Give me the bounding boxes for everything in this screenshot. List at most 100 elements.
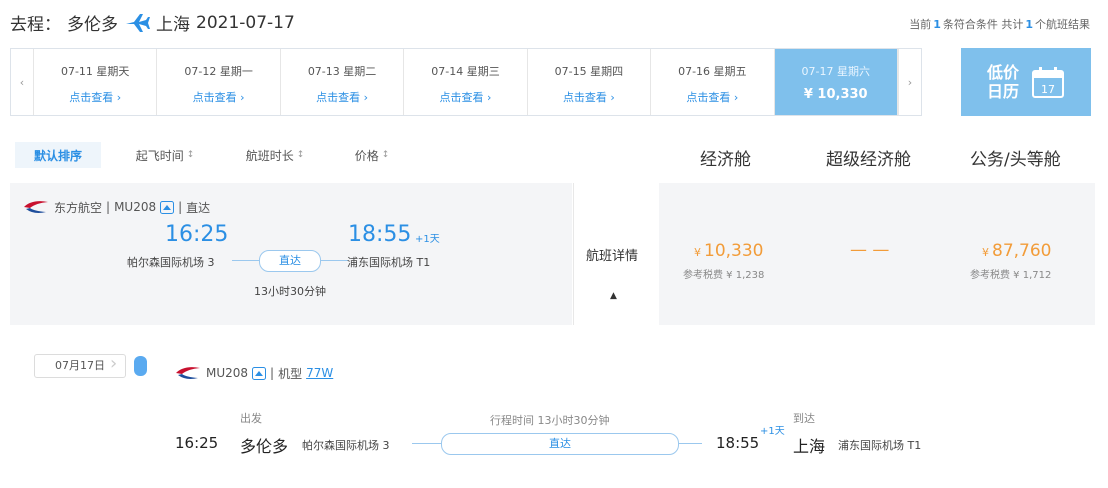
aircraft-label: 机型 bbox=[278, 366, 303, 381]
travel-date: 2021-07-17 bbox=[196, 12, 295, 33]
separator: | bbox=[106, 200, 111, 214]
view-link-text: 点击查看 bbox=[686, 91, 731, 104]
detail-direct-badge: 直达 bbox=[441, 433, 679, 455]
result-summary: 当前 1 条符合条件 共计 1 个航班结果 bbox=[909, 16, 1090, 32]
date-tab[interactable]: 07-13 星期二点击查看 › bbox=[281, 49, 405, 115]
detail-airline-info: MU208 | 机型 77W bbox=[174, 364, 333, 382]
date-label: 07-16 星期五 bbox=[678, 65, 747, 78]
sort-label: 价格 bbox=[354, 148, 379, 163]
sort-price[interactable]: 价格 ↕ bbox=[337, 142, 407, 168]
chevron-right-icon: › bbox=[110, 353, 118, 374]
view-link-text: 点击查看 bbox=[192, 91, 237, 104]
aircraft-type-link[interactable]: 77W bbox=[306, 366, 333, 380]
prev-date-button[interactable]: ‹ bbox=[11, 49, 34, 115]
price-value: 10,330 bbox=[704, 241, 764, 261]
sort-label: 默认排序 bbox=[33, 148, 82, 163]
date-tab[interactable]: 07-16 星期五点击查看 › bbox=[651, 49, 775, 115]
view-link[interactable]: 点击查看 › bbox=[651, 89, 773, 105]
route-title: 去程： 多伦多 上海 2021-07-17 bbox=[10, 10, 295, 36]
view-link[interactable]: 点击查看 › bbox=[34, 89, 156, 105]
date-label: 07-14 星期三 bbox=[431, 65, 500, 78]
economy-tax: 参考税费 ¥ 1,238 bbox=[683, 270, 765, 281]
view-link-text: 点击查看 bbox=[69, 91, 114, 104]
detail-arrival-time: 18:55 bbox=[716, 434, 760, 452]
lowest-price: ¥ 10,330 bbox=[803, 87, 868, 102]
separator: | bbox=[178, 200, 183, 214]
detail-arrival-airport: 浦东国际机场 T1 bbox=[838, 439, 922, 452]
calendar-line1: 低价 bbox=[986, 63, 1019, 82]
view-link-text: 点击查看 bbox=[562, 91, 607, 104]
date-tab[interactable]: 07-15 星期四点击查看 › bbox=[528, 49, 652, 115]
plane-icon bbox=[126, 13, 150, 32]
view-link[interactable]: 点击查看 › bbox=[528, 89, 650, 105]
low-price-calendar-button[interactable]: 低价 日历 17 bbox=[961, 48, 1091, 116]
view-link[interactable]: 点击查看 › bbox=[281, 89, 403, 105]
business-price[interactable]: ¥87,760 bbox=[982, 241, 1051, 261]
calendar-day: 17 bbox=[1041, 83, 1055, 96]
detail-departure-time: 16:25 bbox=[175, 434, 219, 452]
date-label: 07-15 星期四 bbox=[554, 65, 624, 78]
chevron-right-icon: › bbox=[907, 75, 913, 89]
meal-icon bbox=[252, 366, 267, 380]
cabin-header-business: 公务/头等舱 bbox=[970, 150, 1061, 170]
detail-arrival-city: 上海 bbox=[793, 437, 826, 456]
date-selector: ‹ 07-11 星期天 点击查看 › 07-12 星期一点击查看 › 07-13 … bbox=[10, 48, 922, 116]
date-label: 07-12 星期一 bbox=[184, 65, 253, 78]
result-post: 个航班结果 bbox=[1035, 18, 1090, 31]
date-tab-active[interactable]: 07-17 星期六 ¥ 10,330 bbox=[774, 49, 898, 115]
sort-label: 起飞时间 bbox=[135, 148, 184, 163]
direct-badge: 直达 bbox=[259, 250, 321, 272]
arrival-airport: 浦东国际机场 T1 bbox=[347, 256, 431, 269]
flight-number: MU208 bbox=[114, 200, 157, 214]
cabin-header-premium: 超级经济舱 bbox=[826, 150, 911, 170]
total-duration: 行程时间 13小时30分钟 bbox=[490, 414, 610, 427]
sort-arrow-icon: ↕ bbox=[381, 150, 390, 160]
detail-next-day-badge: +1天 bbox=[760, 426, 785, 437]
calendar-line2: 日历 bbox=[986, 82, 1019, 101]
arrival-time: 18:55 bbox=[348, 222, 412, 247]
sort-default[interactable]: 默认排序 bbox=[15, 142, 101, 168]
sort-label: 航班时长 bbox=[245, 148, 294, 163]
airline-logo-icon bbox=[176, 367, 200, 379]
caret-up-icon[interactable]: ▲ bbox=[610, 291, 617, 301]
next-date-button[interactable]: › bbox=[897, 49, 921, 115]
meal-icon bbox=[160, 200, 175, 214]
date-tab[interactable]: 07-14 星期三点击查看 › bbox=[404, 49, 528, 115]
result-pre: 当前 bbox=[909, 18, 932, 31]
airline-logo-icon bbox=[24, 201, 48, 213]
sort-duration[interactable]: 航班时长 ↕ bbox=[227, 142, 323, 168]
separator: | bbox=[270, 366, 275, 380]
date-label: 07-13 星期二 bbox=[307, 65, 377, 78]
origin-city: 多伦多 bbox=[67, 15, 118, 35]
sort-arrow-icon: ↕ bbox=[296, 150, 305, 160]
segment-marker bbox=[134, 356, 147, 376]
premium-price: — — bbox=[850, 240, 890, 260]
airline-info: 东方航空 | MU208 | 直达 bbox=[22, 198, 210, 216]
date-label: 07-17 星期六 bbox=[801, 65, 870, 78]
flight-number: MU208 bbox=[206, 366, 249, 380]
economy-price[interactable]: ¥10,330 bbox=[694, 241, 763, 261]
calendar-icon: 17 bbox=[1032, 67, 1064, 98]
date-tab[interactable]: 07-11 星期天 点击查看 › bbox=[34, 49, 158, 115]
view-link-text: 点击查看 bbox=[439, 91, 484, 104]
view-link[interactable]: 点击查看 › bbox=[157, 89, 279, 105]
cabin-header-economy: 经济舱 bbox=[700, 150, 751, 170]
arrive-label: 到达 bbox=[793, 412, 815, 425]
sort-departure-time[interactable]: 起飞时间 ↕ bbox=[117, 142, 213, 168]
flight-detail-label[interactable]: 航班详情 bbox=[586, 245, 638, 264]
next-day-badge: +1天 bbox=[415, 234, 440, 245]
detail-departure-airport: 帕尔森国际机场 3 bbox=[302, 439, 390, 452]
destination-city: 上海 bbox=[156, 15, 190, 35]
chevron-left-icon: ‹ bbox=[19, 75, 25, 89]
departure-time: 16:25 bbox=[165, 222, 229, 247]
currency-symbol: ¥ bbox=[982, 246, 989, 259]
sort-arrow-icon: ↕ bbox=[186, 150, 195, 160]
result-total: 1 bbox=[1025, 18, 1033, 31]
view-link-text: 点击查看 bbox=[316, 91, 361, 104]
currency-symbol: ¥ bbox=[694, 246, 701, 259]
depart-label: 出发 bbox=[240, 412, 262, 425]
departure-airport: 帕尔森国际机场 3 bbox=[127, 256, 215, 269]
view-link[interactable]: 点击查看 › bbox=[404, 89, 526, 105]
date-tab[interactable]: 07-12 星期一点击查看 › bbox=[157, 49, 281, 115]
flight-duration: 13小时30分钟 bbox=[254, 285, 326, 298]
